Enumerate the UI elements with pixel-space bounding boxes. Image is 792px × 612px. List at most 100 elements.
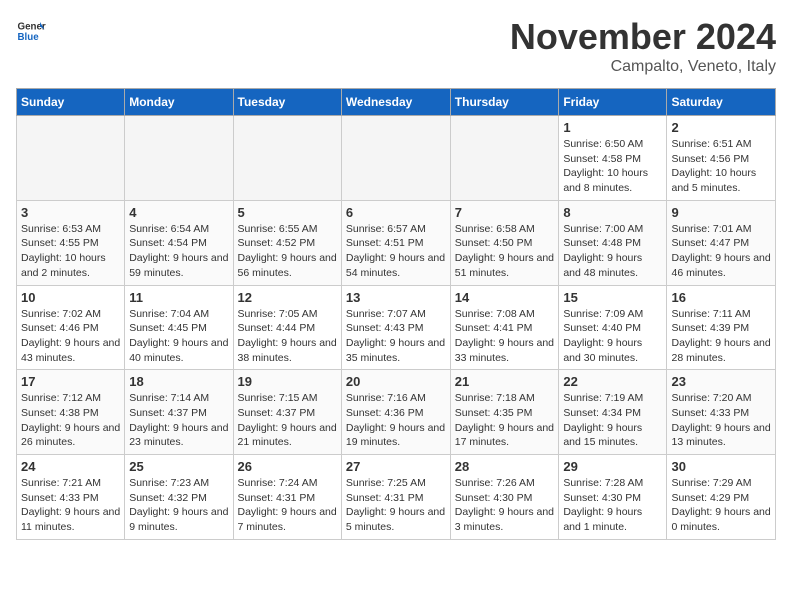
day-info: Sunrise: 6:50 AM Sunset: 4:58 PM Dayligh… [563, 137, 662, 196]
calendar-cell: 11Sunrise: 7:04 AM Sunset: 4:45 PM Dayli… [125, 285, 233, 370]
day-info: Sunrise: 7:18 AM Sunset: 4:35 PM Dayligh… [455, 391, 555, 450]
day-info: Sunrise: 7:05 AM Sunset: 4:44 PM Dayligh… [238, 307, 337, 366]
calendar-cell [125, 116, 233, 201]
calendar-cell: 6 Sunrise: 6:57 AM Sunset: 4:51 PM Daylig… [341, 200, 450, 285]
day-number: 9 [671, 205, 771, 220]
calendar-cell: 29 Sunrise: 7:28 AM Sunset: 4:30 PM Dayli… [559, 455, 667, 540]
day-number: 25 [129, 459, 228, 474]
day-number: 26 [238, 459, 337, 474]
day-number: 11 [129, 290, 228, 305]
day-number: 7 [455, 205, 555, 220]
calendar-cell [341, 116, 450, 201]
day-number: 10 [21, 290, 120, 305]
weekday-header-tuesday: Tuesday [233, 89, 341, 116]
weekday-header-row: SundayMondayTuesdayWednesdayThursdayFrid… [17, 89, 776, 116]
calendar-week-row: 10Sunrise: 7:02 AM Sunset: 4:46 PM Dayli… [17, 285, 776, 370]
calendar-cell: 17Sunrise: 7:12 AM Sunset: 4:38 PM Dayli… [17, 370, 125, 455]
weekday-header-sunday: Sunday [17, 89, 125, 116]
day-info: Sunrise: 7:19 AM Sunset: 4:34 PM Dayligh… [563, 391, 662, 450]
day-number: 21 [455, 374, 555, 389]
day-number: 8 [563, 205, 662, 220]
calendar-cell: 16Sunrise: 7:11 AM Sunset: 4:39 PM Dayli… [667, 285, 776, 370]
calendar-cell: 22 Sunrise: 7:19 AM Sunset: 4:34 PM Dayli… [559, 370, 667, 455]
day-number: 19 [238, 374, 337, 389]
day-number: 30 [671, 459, 771, 474]
day-info: Sunrise: 7:15 AM Sunset: 4:37 PM Dayligh… [238, 391, 337, 450]
calendar-week-row: 1Sunrise: 6:50 AM Sunset: 4:58 PM Daylig… [17, 116, 776, 201]
calendar-cell: 13 Sunrise: 7:07 AM Sunset: 4:43 PM Dayli… [341, 285, 450, 370]
calendar-cell: 4 Sunrise: 6:54 AM Sunset: 4:54 PM Daylig… [125, 200, 233, 285]
day-info: Sunrise: 7:21 AM Sunset: 4:33 PM Dayligh… [21, 476, 120, 535]
calendar-cell: 10Sunrise: 7:02 AM Sunset: 4:46 PM Dayli… [17, 285, 125, 370]
day-number: 24 [21, 459, 120, 474]
calendar-cell: 9 Sunrise: 7:01 AM Sunset: 4:47 PM Daylig… [667, 200, 776, 285]
day-number: 13 [346, 290, 446, 305]
calendar-cell: 27Sunrise: 7:25 AM Sunset: 4:31 PM Dayli… [341, 455, 450, 540]
day-info: Sunrise: 7:07 AM Sunset: 4:43 PM Dayligh… [346, 307, 446, 366]
day-info: Sunrise: 7:23 AM Sunset: 4:32 PM Dayligh… [129, 476, 228, 535]
calendar-cell: 21 Sunrise: 7:18 AM Sunset: 4:35 PM Dayli… [450, 370, 559, 455]
weekday-header-thursday: Thursday [450, 89, 559, 116]
day-number: 4 [129, 205, 228, 220]
calendar-cell: 25 Sunrise: 7:23 AM Sunset: 4:32 PM Dayli… [125, 455, 233, 540]
day-number: 28 [455, 459, 555, 474]
day-info: Sunrise: 6:57 AM Sunset: 4:51 PM Dayligh… [346, 222, 446, 281]
day-info: Sunrise: 7:16 AM Sunset: 4:36 PM Dayligh… [346, 391, 446, 450]
day-number: 6 [346, 205, 446, 220]
day-info: Sunrise: 7:14 AM Sunset: 4:37 PM Dayligh… [129, 391, 228, 450]
calendar-cell: 2 Sunrise: 6:51 AM Sunset: 4:56 PM Daylig… [667, 116, 776, 201]
title-section: November 2024 Campalto, Veneto, Italy [510, 16, 776, 76]
day-number: 14 [455, 290, 555, 305]
month-title: November 2024 [510, 16, 776, 58]
weekday-header-monday: Monday [125, 89, 233, 116]
day-number: 5 [238, 205, 337, 220]
day-info: Sunrise: 6:58 AM Sunset: 4:50 PM Dayligh… [455, 222, 555, 281]
day-number: 12 [238, 290, 337, 305]
day-info: Sunrise: 7:01 AM Sunset: 4:47 PM Dayligh… [671, 222, 771, 281]
day-info: Sunrise: 7:24 AM Sunset: 4:31 PM Dayligh… [238, 476, 337, 535]
day-info: Sunrise: 7:20 AM Sunset: 4:33 PM Dayligh… [671, 391, 771, 450]
calendar-week-row: 24 Sunrise: 7:21 AM Sunset: 4:33 PM Dayli… [17, 455, 776, 540]
location-title: Campalto, Veneto, Italy [510, 58, 776, 76]
calendar-cell: 20 Sunrise: 7:16 AM Sunset: 4:36 PM Dayli… [341, 370, 450, 455]
day-number: 22 [563, 374, 662, 389]
day-number: 27 [346, 459, 446, 474]
day-number: 3 [21, 205, 120, 220]
day-info: Sunrise: 7:26 AM Sunset: 4:30 PM Dayligh… [455, 476, 555, 535]
calendar-cell: 23 Sunrise: 7:20 AM Sunset: 4:33 PM Dayli… [667, 370, 776, 455]
svg-text:Blue: Blue [18, 32, 40, 43]
day-info: Sunrise: 7:00 AM Sunset: 4:48 PM Dayligh… [563, 222, 662, 281]
day-info: Sunrise: 7:28 AM Sunset: 4:30 PM Dayligh… [563, 476, 662, 535]
weekday-header-saturday: Saturday [667, 89, 776, 116]
day-info: Sunrise: 6:54 AM Sunset: 4:54 PM Dayligh… [129, 222, 228, 281]
calendar-cell: 5 Sunrise: 6:55 AM Sunset: 4:52 PM Daylig… [233, 200, 341, 285]
calendar-cell: 19 Sunrise: 7:15 AM Sunset: 4:37 PM Dayli… [233, 370, 341, 455]
day-number: 18 [129, 374, 228, 389]
calendar-cell: 7 Sunrise: 6:58 AM Sunset: 4:50 PM Daylig… [450, 200, 559, 285]
weekday-header-friday: Friday [559, 89, 667, 116]
day-number: 29 [563, 459, 662, 474]
day-info: Sunrise: 7:11 AM Sunset: 4:39 PM Dayligh… [671, 307, 771, 366]
day-number: 2 [671, 120, 771, 135]
calendar-cell [17, 116, 125, 201]
calendar: SundayMondayTuesdayWednesdayThursdayFrid… [16, 88, 776, 540]
day-number: 23 [671, 374, 771, 389]
logo-icon: General Blue [16, 16, 46, 46]
calendar-cell: 26 Sunrise: 7:24 AM Sunset: 4:31 PM Dayli… [233, 455, 341, 540]
day-number: 20 [346, 374, 446, 389]
calendar-cell: 8 Sunrise: 7:00 AM Sunset: 4:48 PM Daylig… [559, 200, 667, 285]
day-info: Sunrise: 7:12 AM Sunset: 4:38 PM Dayligh… [21, 391, 120, 450]
calendar-cell: 24 Sunrise: 7:21 AM Sunset: 4:33 PM Dayli… [17, 455, 125, 540]
day-info: Sunrise: 7:29 AM Sunset: 4:29 PM Dayligh… [671, 476, 771, 535]
day-number: 15 [563, 290, 662, 305]
calendar-cell: 1Sunrise: 6:50 AM Sunset: 4:58 PM Daylig… [559, 116, 667, 201]
calendar-cell: 14Sunrise: 7:08 AM Sunset: 4:41 PM Dayli… [450, 285, 559, 370]
calendar-cell: 30 Sunrise: 7:29 AM Sunset: 4:29 PM Dayli… [667, 455, 776, 540]
calendar-week-row: 3Sunrise: 6:53 AM Sunset: 4:55 PM Daylig… [17, 200, 776, 285]
calendar-cell: 18 Sunrise: 7:14 AM Sunset: 4:37 PM Dayli… [125, 370, 233, 455]
day-info: Sunrise: 7:09 AM Sunset: 4:40 PM Dayligh… [563, 307, 662, 366]
day-info: Sunrise: 6:55 AM Sunset: 4:52 PM Dayligh… [238, 222, 337, 281]
calendar-cell: 3Sunrise: 6:53 AM Sunset: 4:55 PM Daylig… [17, 200, 125, 285]
day-info: Sunrise: 6:51 AM Sunset: 4:56 PM Dayligh… [671, 137, 771, 196]
page-header: General Blue November 2024 Campalto, Ven… [16, 16, 776, 76]
